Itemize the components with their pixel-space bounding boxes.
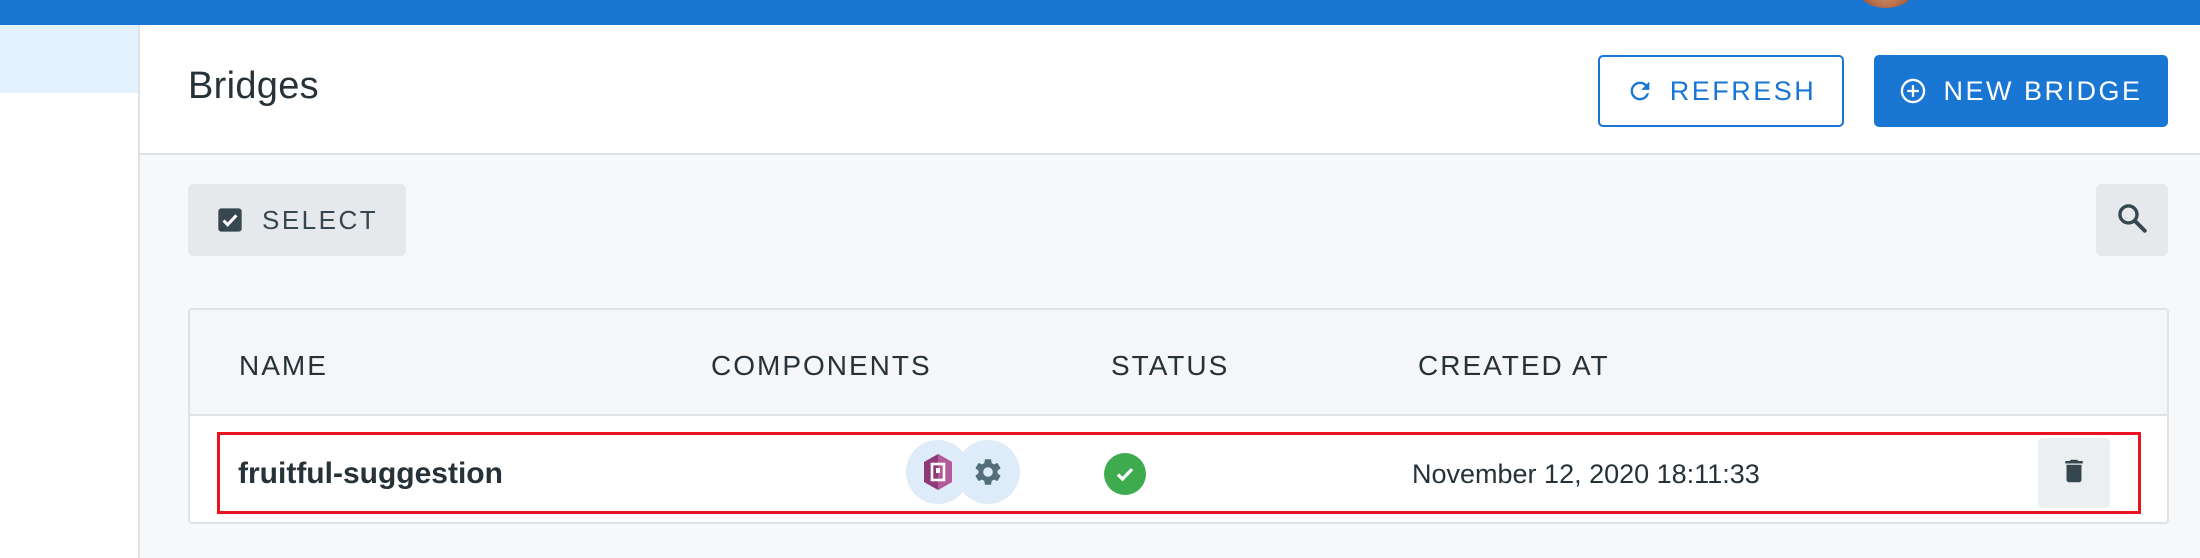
trash-icon: [2059, 455, 2089, 492]
status-ready-icon: [1104, 453, 1146, 495]
checkbox-checked-icon: [216, 206, 244, 234]
search-button[interactable]: [2096, 184, 2168, 256]
column-status[interactable]: STATUS: [1111, 350, 1229, 382]
refresh-button[interactable]: REFRESH: [1598, 55, 1844, 127]
new-bridge-label: NEW BRIDGE: [1943, 75, 2143, 106]
page-header: Bridges REFRESH NEW BRIDGE: [140, 25, 2200, 155]
table-row[interactable]: fruitful-suggestion November 12, 2020 18…: [217, 432, 2141, 514]
column-created-at[interactable]: CREATED AT: [1418, 350, 1610, 382]
add-circle-icon: [1899, 77, 1927, 105]
table-header: NAME COMPONENTS STATUS CREATED AT: [190, 310, 2167, 416]
refresh-label: REFRESH: [1669, 75, 1817, 106]
column-name[interactable]: NAME: [239, 350, 328, 382]
refresh-icon: [1626, 77, 1654, 105]
new-bridge-button[interactable]: NEW BRIDGE: [1874, 55, 2168, 127]
select-button[interactable]: SELECT: [188, 184, 406, 256]
user-avatar[interactable]: [1858, 0, 1914, 8]
search-icon: [2115, 201, 2149, 240]
top-app-bar: [0, 0, 2200, 25]
gear-icon[interactable]: [956, 440, 1020, 504]
created-at: November 12, 2020 18:11:33: [1412, 459, 1760, 489]
sidebar-item-active[interactable]: [0, 25, 138, 93]
delete-button[interactable]: [2038, 438, 2110, 508]
bridges-table: NAME COMPONENTS STATUS CREATED AT fruitf…: [188, 308, 2169, 524]
bridge-name[interactable]: fruitful-suggestion: [238, 457, 503, 491]
sidebar: [0, 25, 140, 558]
column-components[interactable]: COMPONENTS: [711, 350, 932, 382]
page-title: Bridges: [188, 65, 319, 107]
select-label: SELECT: [262, 204, 379, 235]
